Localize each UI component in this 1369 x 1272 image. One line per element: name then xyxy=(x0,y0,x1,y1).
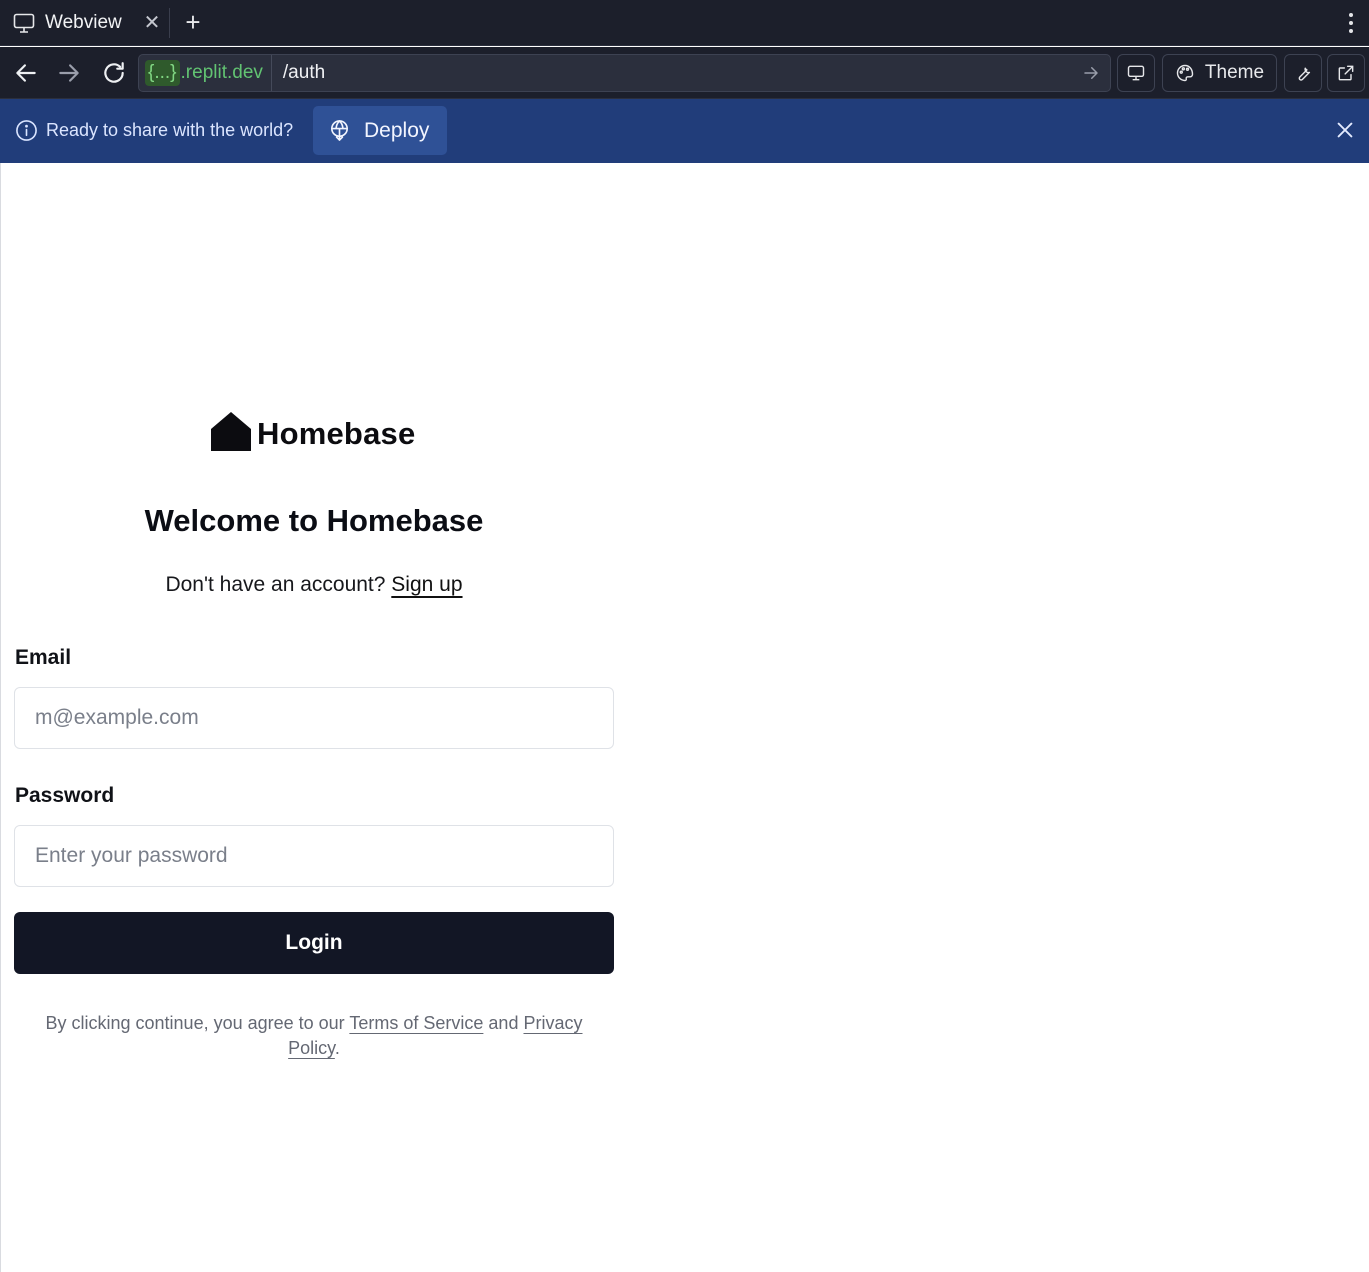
legal-prefix: By clicking continue, you agree to our xyxy=(45,1013,345,1033)
brand-logo: Homebase xyxy=(211,406,415,451)
tab-divider xyxy=(169,8,170,38)
palette-icon xyxy=(1176,64,1194,82)
external-link-icon xyxy=(1338,65,1354,81)
signup-prompt-line: Don't have an account? Sign up xyxy=(14,573,614,597)
info-icon xyxy=(16,120,37,141)
close-icon[interactable] xyxy=(1334,119,1356,141)
close-icon[interactable]: ✕ xyxy=(142,13,162,33)
brand-name: Homebase xyxy=(257,416,416,451)
house-icon xyxy=(211,412,251,451)
monitor-icon xyxy=(1127,65,1145,81)
signup-prompt: Don't have an account? xyxy=(165,573,386,596)
tab-title: Webview xyxy=(45,12,122,33)
signup-link[interactable]: Sign up xyxy=(391,573,462,596)
deploy-label: Deploy xyxy=(364,118,430,142)
deploy-button[interactable]: Deploy xyxy=(313,106,447,155)
arrow-right-icon[interactable] xyxy=(56,60,82,86)
url-host-badge: {...} xyxy=(145,60,180,86)
browser-nav-bar: {...} .replit.dev /auth Theme xyxy=(0,47,1369,99)
theme-label: Theme xyxy=(1204,62,1265,83)
email-label: Email xyxy=(15,646,72,669)
legal-suffix: . xyxy=(334,1038,340,1058)
deploy-icon xyxy=(331,120,348,141)
reload-icon[interactable] xyxy=(101,60,127,86)
legal-notice: By clicking continue, you agree to our T… xyxy=(31,1011,597,1061)
url-bar[interactable]: {...} .replit.dev /auth xyxy=(138,54,1111,92)
url-path[interactable]: /auth xyxy=(272,62,1082,84)
terms-link[interactable]: Terms of Service xyxy=(349,1013,483,1033)
page-title: Welcome to Homebase xyxy=(144,503,484,538)
theme-button[interactable]: Theme xyxy=(1162,54,1277,92)
kebab-menu-icon[interactable] xyxy=(1347,12,1355,34)
devtools-button[interactable] xyxy=(1284,54,1322,92)
open-external-button[interactable] xyxy=(1327,54,1365,92)
login-button[interactable]: Login xyxy=(14,912,614,974)
browser-tab-bar: Webview ✕ + xyxy=(0,0,1369,46)
legal-and: and xyxy=(488,1013,519,1033)
banner-message: Ready to share with the world? xyxy=(46,120,294,140)
password-label: Password xyxy=(15,784,115,807)
url-host-domain: .replit.dev xyxy=(180,62,263,83)
monitor-icon xyxy=(13,13,35,33)
password-field[interactable] xyxy=(14,825,614,887)
email-field[interactable] xyxy=(14,687,614,749)
arrow-right-icon[interactable] xyxy=(1082,64,1100,82)
url-host: {...} .replit.dev xyxy=(139,55,272,91)
device-preview-button[interactable] xyxy=(1117,54,1155,92)
tab-webview[interactable]: Webview ✕ xyxy=(0,0,170,46)
wrench-icon xyxy=(1298,67,1311,81)
plus-icon[interactable]: + xyxy=(180,9,206,36)
deploy-banner: Ready to share with the world? Deploy xyxy=(0,99,1369,163)
arrow-left-icon[interactable] xyxy=(13,60,39,86)
webview-content: Homebase Welcome to Homebase Don't have … xyxy=(0,163,1369,1272)
